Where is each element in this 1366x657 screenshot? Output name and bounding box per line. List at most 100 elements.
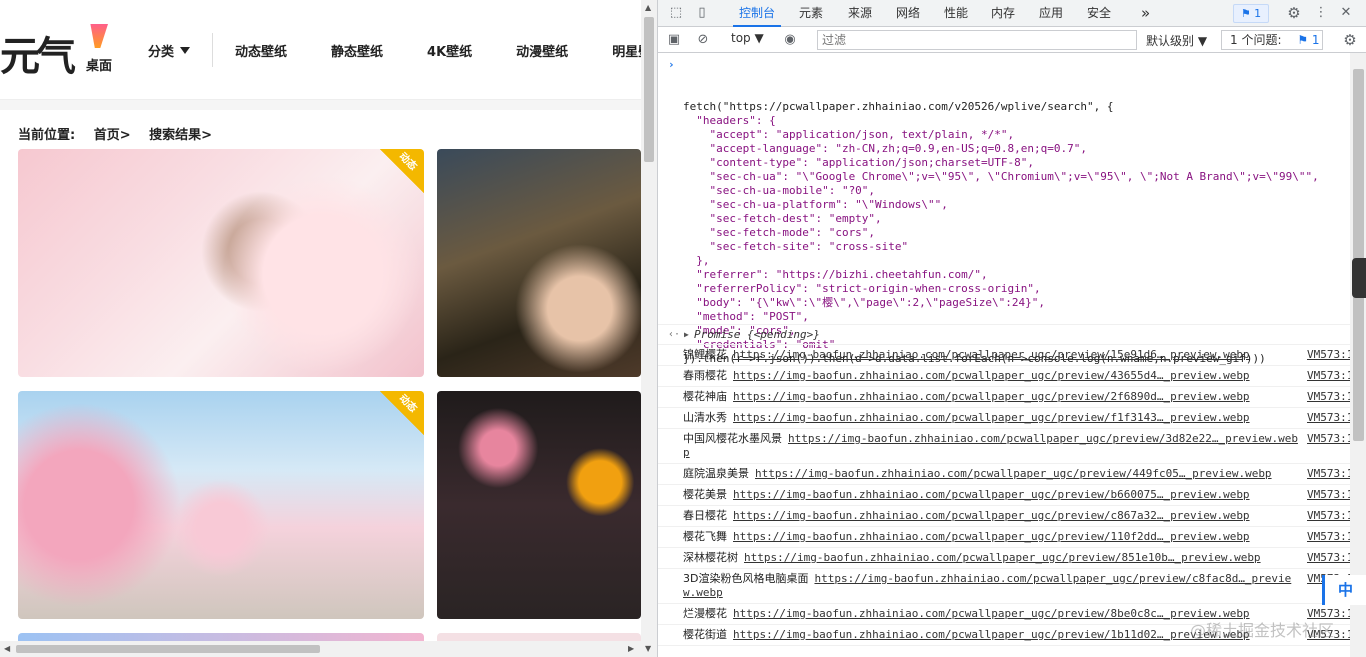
tab-console[interactable]: 控制台 (732, 0, 782, 27)
wallpaper-card[interactable]: 动态 (18, 391, 424, 619)
issues-badge[interactable]: ⚑ 1 (1233, 4, 1269, 23)
log-source-link[interactable]: VM573:19 (1307, 530, 1350, 544)
close-icon[interactable]: ✕ (1338, 5, 1354, 21)
eye-icon[interactable]: ◉ (782, 32, 798, 48)
more-tabs-icon[interactable]: » (1141, 0, 1150, 27)
settings-gear-icon[interactable]: ⚙ (1286, 5, 1302, 21)
scroll-up-icon[interactable]: ▲ (645, 3, 651, 12)
live-badge: 动态 (380, 391, 424, 435)
scrollbar-thumb[interactable] (1353, 69, 1364, 441)
nav-item-4k[interactable]: 4K壁纸 (427, 41, 472, 60)
horizontal-scrollbar[interactable]: ◀ ▶ (0, 641, 641, 657)
code-line: "accept-language": "zh-CN,zh;q=0.9,en-US… (683, 142, 1087, 155)
site-header: 元气 桌面 分类 动态壁纸 静态壁纸 4K壁纸 动漫壁纸 明星壁 (0, 0, 651, 100)
issues-flag-icon: ⚑ 1 (1297, 33, 1320, 47)
log-preview-url[interactable]: https://img-baofun.zhhainiao.com/pcwallp… (744, 551, 1261, 564)
inspect-element-icon[interactable]: ⬚ (668, 5, 684, 21)
scrollbar-thumb[interactable] (16, 645, 320, 653)
console-scrollbar[interactable] (1350, 53, 1366, 657)
log-source-link[interactable]: VM573:19 (1307, 432, 1350, 446)
issues-counter-label: 1 个问题: (1230, 33, 1282, 47)
wallpaper-card[interactable]: 动态 (18, 149, 424, 377)
console-settings-gear-icon[interactable]: ⚙ (1342, 32, 1358, 48)
log-row: 春雨樱花 https://img-baofun.zhhainiao.com/pcw… (658, 366, 1350, 387)
kebab-menu-icon[interactable]: ⋮ (1313, 5, 1329, 21)
wallpaper-card[interactable] (437, 391, 641, 619)
log-preview-url[interactable]: https://img-baofun.zhhainiao.com/pcwallp… (733, 509, 1250, 522)
logo-text: 元气 (0, 33, 76, 80)
console-filter-input[interactable] (817, 30, 1137, 50)
log-row: 樱花飞舞 https://img-baofun.zhhainiao.com/pcw… (658, 527, 1350, 548)
issues-counter[interactable]: 1 个问题: ⚑ 1 (1221, 30, 1323, 50)
tab-sources[interactable]: 来源 (848, 0, 872, 27)
nav-item-live[interactable]: 动态壁纸 (235, 41, 287, 60)
scroll-left-icon[interactable]: ◀ (4, 644, 10, 653)
tab-memory[interactable]: 内存 (991, 0, 1015, 27)
breadcrumb-search-results[interactable]: 搜索结果> (149, 128, 212, 143)
log-wallpaper-name: 庭院温泉美景 (683, 467, 749, 480)
log-source-link[interactable]: VM573:19 (1307, 369, 1350, 383)
log-row: 锦鲤樱花 https://img-baofun.zhhainiao.com/pcw… (658, 345, 1350, 366)
log-wallpaper-name: 春雨樱花 (683, 369, 727, 382)
expand-triangle-icon[interactable]: ▶ (684, 325, 689, 345)
code-line: "sec-ch-ua": "\"Google Chrome\";v=\"95\"… (683, 170, 1319, 183)
log-source-link[interactable]: VM573:19 (1307, 390, 1350, 404)
log-source-link[interactable]: VM573:19 (1307, 411, 1350, 425)
tab-network[interactable]: 网络 (896, 0, 920, 27)
log-preview-url[interactable]: https://img-baofun.zhhainiao.com/pcwallp… (755, 467, 1272, 480)
site-logo[interactable]: 元气 桌面 (0, 20, 120, 80)
wallpaper-card[interactable] (437, 149, 641, 377)
log-wallpaper-name: 深林樱花树 (683, 551, 738, 564)
log-preview-url[interactable]: https://img-baofun.zhhainiao.com/pcwallp… (733, 390, 1250, 403)
code-line: "referrerPolicy": "strict-origin-when-cr… (683, 282, 1041, 295)
console-input-echo: › fetch("https://pcwallpaper.zhhainiao.c… (658, 53, 1350, 365)
code-line: "headers": { (683, 114, 776, 127)
scroll-right-icon[interactable]: ▶ (628, 644, 634, 653)
log-preview-url[interactable]: https://img-baofun.zhhainiao.com/pcwallp… (733, 411, 1250, 424)
log-preview-url[interactable]: https://img-baofun.zhhainiao.com/pcwallp… (733, 348, 1250, 361)
log-row: 3D渲染粉色风格电脑桌面 https://img-baofun.zhhainiao… (658, 569, 1350, 604)
breadcrumb: 当前位置: 首页> 搜索结果> (0, 110, 641, 150)
breadcrumb-home[interactable]: 首页> (94, 128, 131, 143)
code-line: "sec-ch-ua-platform": "\"Windows\"", (683, 198, 948, 211)
sidebar-toggle-icon[interactable]: ▣ (666, 32, 682, 48)
log-wallpaper-name: 烂漫樱花 (683, 607, 727, 620)
nav-item-static[interactable]: 静态壁纸 (331, 41, 383, 60)
log-source-link[interactable]: VM573:19 (1307, 488, 1350, 502)
log-row: 庭院温泉美景 https://img-baofun.zhhainiao.com/p… (658, 464, 1350, 485)
logo-subtitle: 桌面 (86, 59, 113, 74)
log-source-link[interactable]: VM573:19 (1307, 551, 1350, 565)
log-source-link[interactable]: VM573:19 (1307, 509, 1350, 523)
log-preview-url[interactable]: https://img-baofun.zhhainiao.com/pcwallp… (733, 530, 1250, 543)
devtools-tabbar: ⬚ ▯ 控制台 元素 来源 网络 性能 内存 应用 安全 » ⚑ 1 ⚙ ⋮ ✕ (658, 0, 1366, 27)
badge-label: 动态 (396, 150, 419, 173)
tab-performance[interactable]: 性能 (944, 0, 968, 27)
log-preview-url[interactable]: https://img-baofun.zhhainiao.com/pcwallp… (733, 369, 1250, 382)
context-select[interactable]: top ▼ (731, 31, 764, 45)
device-toolbar-icon[interactable]: ▯ (694, 5, 710, 21)
code-line: "sec-fetch-site": "cross-site" (683, 240, 909, 253)
tab-application[interactable]: 应用 (1039, 0, 1063, 27)
log-preview-url[interactable]: https://img-baofun.zhhainiao.com/pcwallp… (733, 607, 1250, 620)
clear-console-icon[interactable]: ⊘ (695, 32, 711, 48)
log-preview-url[interactable]: https://img-baofun.zhhainiao.com/pcwallp… (733, 488, 1250, 501)
scrollbar-thumb[interactable] (644, 17, 654, 162)
logo-mark-icon (90, 24, 108, 48)
console-result[interactable]: ‹· ▶ Promise {<pending>} (658, 325, 1350, 345)
log-level-select[interactable]: 默认级别 ▼ (1146, 32, 1207, 49)
log-row: 樱花神庙 https://img-baofun.zhhainiao.com/pcw… (658, 387, 1350, 408)
ime-indicator[interactable]: 中 (1322, 575, 1366, 605)
watermark: @稀土掘金技术社区 (1190, 621, 1335, 640)
tab-security[interactable]: 安全 (1087, 0, 1111, 27)
vertical-scrollbar[interactable]: ▲ ▼ (641, 0, 657, 657)
tab-elements[interactable]: 元素 (799, 0, 823, 27)
nav-category-dropdown[interactable]: 分类 (148, 33, 214, 67)
nav-item-anime[interactable]: 动漫壁纸 (516, 41, 568, 60)
log-row: 深林樱花树 https://img-baofun.zhhainiao.com/pc… (658, 548, 1350, 569)
log-source-link[interactable]: VM573:19 (1307, 467, 1350, 481)
log-source-link[interactable]: VM573:19 (1307, 348, 1350, 362)
edge-handle[interactable] (1352, 258, 1366, 298)
log-preview-url[interactable]: https://img-baofun.zhhainiao.com/pcwallp… (733, 628, 1250, 641)
devtools-panel: ⬚ ▯ 控制台 元素 来源 网络 性能 内存 应用 安全 » ⚑ 1 ⚙ ⋮ ✕… (657, 0, 1366, 657)
scroll-down-icon[interactable]: ▼ (645, 644, 651, 653)
